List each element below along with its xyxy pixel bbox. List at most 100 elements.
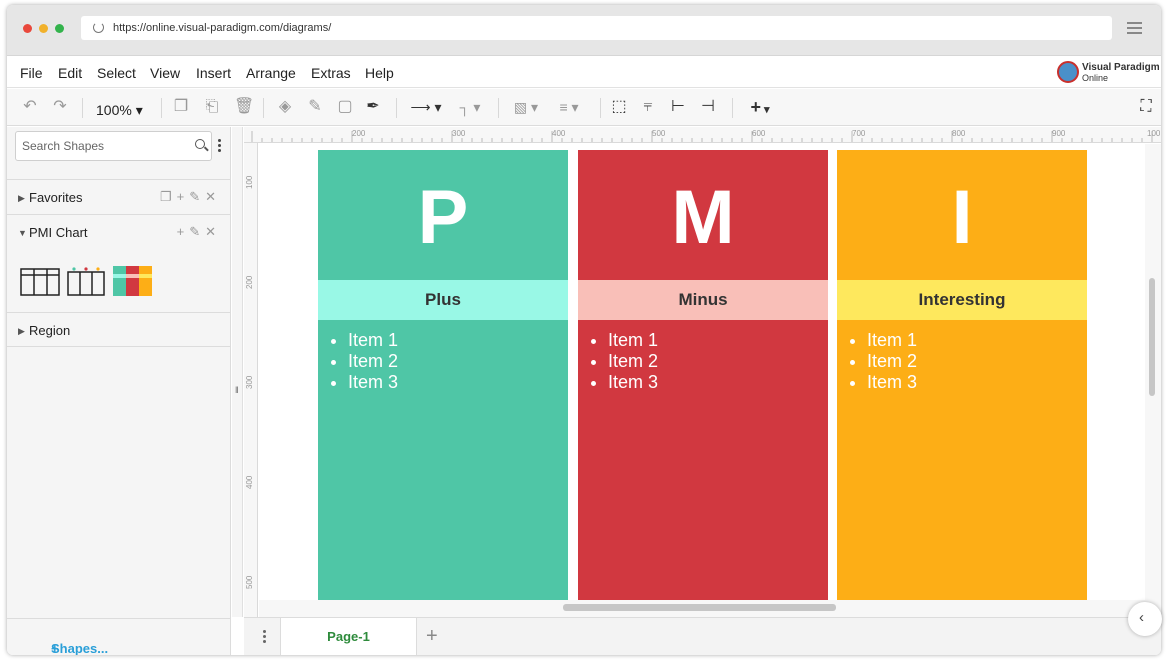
tab-page-1[interactable]: Page-1 [280,618,417,655]
minimize-dot-icon[interactable] [39,24,48,33]
fill-color-icon[interactable]: ◈ [276,98,294,116]
sidebar-section-region[interactable]: ▶ Region [7,312,231,347]
ruler-label: 900 [1052,129,1066,138]
item-list[interactable]: Item 1 Item 2 Item 3 [348,330,398,393]
section-actions[interactable]: +✎✕ [177,224,221,240]
splitter-grip-icon: ‖ [235,385,239,395]
sidebar-options-icon[interactable] [218,139,221,154]
section-actions[interactable]: ❐+✎✕ [160,189,221,205]
shape-thumbnail-grid[interactable] [7,253,231,311]
close-dot-icon[interactable] [23,24,32,33]
connector-icon[interactable]: ⟶ ▾ [409,98,443,116]
search-icon[interactable] [195,139,205,149]
align-icon[interactable]: ≡ ▾ [553,98,585,116]
search-placeholder: Search Shapes [22,139,105,153]
add-page-icon[interactable]: + [426,625,438,648]
vertical-scrollbar[interactable] [1145,144,1161,617]
search-input[interactable]: Search Shapes [15,131,212,161]
ruler-label: 200 [245,275,254,289]
chevron-right-icon: ▶ [18,193,25,203]
list-item[interactable]: Item 1 [608,330,658,351]
sidebar-section-pmi-chart[interactable]: ▼ PMI Chart +✎✕ [7,214,231,249]
column-letter: P [417,175,469,260]
column-title[interactable]: Plus [318,280,568,320]
chevron-right-icon: ▶ [18,326,25,336]
waypoint-icon[interactable]: ┐ ▾ [453,98,487,116]
ruler-label: 400 [552,129,566,138]
copy-icon[interactable]: ❐ [173,98,189,116]
list-item[interactable]: Item 3 [867,372,917,393]
format-painter-icon[interactable]: ✒ [364,98,382,116]
ruler-label: 300 [452,129,466,138]
browser-window: https://online.visual-paradigm.com/diagr… [7,5,1161,655]
chevron-down-icon: ▼ [18,228,27,238]
logo-subtext: Online [1082,73,1109,83]
fullscreen-icon[interactable]: ⛶ [1137,98,1155,116]
item-list[interactable]: Item 1 Item 2 Item 3 [608,330,658,393]
redo-icon[interactable]: ↷ [51,98,69,116]
browser-menu-icon[interactable] [1127,22,1142,37]
scroll-thumb[interactable] [1149,278,1155,396]
list-item[interactable]: Item 2 [608,351,658,372]
menu-insert[interactable]: Insert [196,65,231,81]
maximize-dot-icon[interactable] [55,24,64,33]
column-letter: I [951,175,973,260]
column-letter: M [671,175,735,260]
align-center-icon[interactable]: ⊣ [699,98,717,116]
reload-icon[interactable] [93,22,104,33]
collapse-panel-button[interactable]: ‹ [1128,602,1162,636]
toolbar: ↶ ↷ 100% ▾ ❐ ⎗ 🗑 ◈ ✎ ▢ ✒ ⟶ ▾ ┐ ▾ ▧ ▾ ≡ ▾… [7,89,1161,126]
distribute-icon[interactable]: ⫧ [639,98,657,116]
ruler-label: 500 [245,575,254,589]
to-front-icon[interactable]: ▧ ▾ [510,98,542,116]
list-item[interactable]: Item 3 [348,372,398,393]
list-item[interactable]: Item 3 [608,372,658,393]
fit-icon[interactable]: ⬚ [610,98,628,116]
ruler-label: 200 [352,129,366,138]
visual-paradigm-logo: Visual Paradigm Online [1057,60,1160,86]
address-bar[interactable]: https://online.visual-paradigm.com/diagr… [81,16,1112,40]
menu-edit[interactable]: Edit [58,65,82,81]
list-item[interactable]: Item 2 [867,351,917,372]
panel-splitter[interactable]: ‖ [232,127,243,617]
pmi-column-minus[interactable]: M Minus Item 1 Item 2 Item 3 [578,150,828,600]
menu-view[interactable]: View [150,65,180,81]
diagram-canvas[interactable]: P Plus Item 1 Item 2 Item 3 M Minus Item… [259,144,1145,600]
menu-help[interactable]: Help [365,65,394,81]
section-label: PMI Chart [29,225,88,240]
menu-file[interactable]: File [20,65,43,81]
section-label: Favorites [29,190,83,205]
pmi-column-plus[interactable]: P Plus Item 1 Item 2 Item 3 [318,150,568,600]
pmi-column-interesting[interactable]: I Interesting Item 1 Item 2 Item 3 [837,150,1087,600]
page-options-icon[interactable] [263,630,266,645]
shapes-sidebar: Search Shapes ▶ Favorites ❐+✎✕ ▼ PMI Cha… [7,127,231,655]
url-text: https://online.visual-paradigm.com/diagr… [113,22,332,34]
scroll-thumb[interactable] [563,604,836,611]
more-shapes-button[interactable]: + Shapes... [7,618,231,655]
align-left-icon[interactable]: ⊢ [669,98,687,116]
undo-icon[interactable]: ↶ [21,98,39,116]
list-item[interactable]: Item 1 [348,330,398,351]
list-item[interactable]: Item 2 [348,351,398,372]
column-title[interactable]: Minus [578,280,828,320]
item-list[interactable]: Item 1 Item 2 Item 3 [867,330,917,393]
menu-arrange[interactable]: Arrange [246,65,296,81]
horizontal-scrollbar[interactable] [259,600,1145,617]
globe-logo-icon [1057,61,1079,83]
menu-select[interactable]: Select [97,65,136,81]
chevron-left-icon: ‹ [1139,609,1144,626]
sidebar-section-favorites[interactable]: ▶ Favorites ❐+✎✕ [7,179,231,214]
list-item[interactable]: Item 1 [867,330,917,351]
zoom-dropdown[interactable]: 100% ▾ [96,102,143,119]
delete-icon[interactable]: 🗑 [234,98,254,116]
section-label: Region [29,323,71,338]
paste-icon[interactable]: ⎗ [204,98,220,116]
ruler-label: 600 [752,129,766,138]
column-title[interactable]: Interesting [837,280,1087,320]
shadow-icon[interactable]: ▢ [336,98,354,116]
ruler-label: 700 [852,129,866,138]
line-color-icon[interactable]: ✎ [304,98,326,116]
insert-icon[interactable]: + ▾ [744,98,776,116]
ruler-label: 100 [245,175,254,189]
menu-extras[interactable]: Extras [311,65,351,81]
